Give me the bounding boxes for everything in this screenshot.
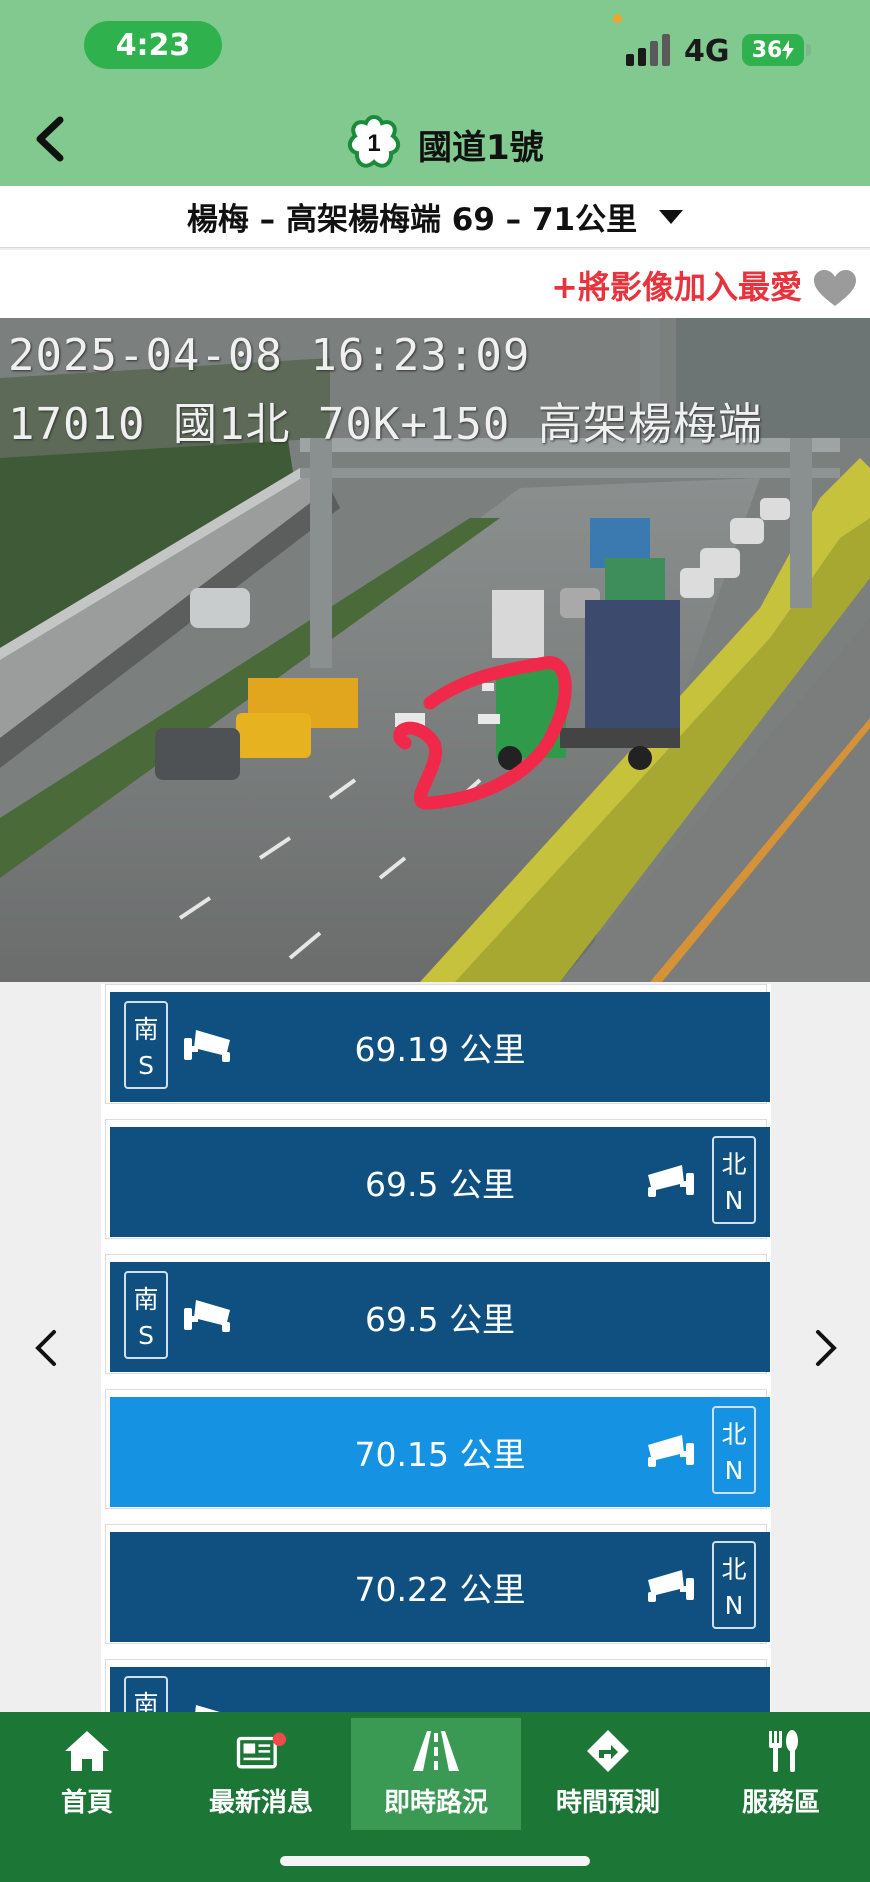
news-icon xyxy=(236,1732,286,1769)
plus-icon: + xyxy=(551,268,578,306)
section-label: 楊梅 – 高架楊梅端 69 – 71公里 xyxy=(186,202,638,238)
tab-label: 最新消息 xyxy=(208,1788,313,1818)
camera-list-item-body: 69.5 公里北 N xyxy=(110,1127,770,1237)
camera-snapshot[interactable]: 2025-04-08 16:23:09 17010 國1北 70K+150 高架… xyxy=(0,318,870,982)
chevron-right-icon xyxy=(816,1330,837,1366)
direction-badge: 北N xyxy=(712,1406,756,1494)
highway-number: 1 xyxy=(367,130,380,157)
charging-bolt-icon xyxy=(782,40,795,60)
camera-list-item[interactable]: 70.22 公里北 N xyxy=(105,1524,770,1644)
signal-icon xyxy=(626,34,670,66)
direction-chinese: 南 xyxy=(133,1689,159,1714)
national-highway-badge-icon: 1 xyxy=(347,114,401,168)
app-screen: 4:23 4G 36 1 國道1號 楊梅 – 高架楊梅端 69 – 71公里 +… xyxy=(0,0,870,1882)
section-dropdown[interactable]: 楊梅 – 高架楊梅端 69 – 71公里 xyxy=(0,186,870,248)
road-icon xyxy=(413,1731,459,1771)
cctv-camera-icon xyxy=(182,1022,234,1068)
camera-list-item[interactable]: 70.15 公里北 N xyxy=(105,1389,770,1509)
tab-label: 首頁 xyxy=(60,1788,113,1818)
camera-timestamp: 2025-04-08 16:23:09 xyxy=(8,330,531,381)
battery-cap xyxy=(806,44,811,56)
caret-down-icon xyxy=(659,209,684,224)
camera-list-item-body: 69.19 公里南 S xyxy=(110,992,770,1102)
direction-badge: 南S xyxy=(124,1271,168,1359)
direction-chinese: 北 xyxy=(721,1149,747,1179)
status-time: 4:23 xyxy=(84,21,222,69)
direction-chinese: 北 xyxy=(721,1554,747,1584)
cctv-camera-icon xyxy=(644,1562,696,1608)
tab-service-area[interactable]: 服務區 xyxy=(696,1718,866,1830)
direction-english: N xyxy=(724,1186,744,1216)
next-button[interactable] xyxy=(806,1322,846,1374)
privacy-indicator-dot xyxy=(613,14,622,23)
fork-knife-icon xyxy=(769,1730,798,1772)
camera-location: 17010 國1北 70K+150 高架楊梅端 xyxy=(8,399,763,450)
camera-list-item[interactable]: 69.5 公里北 N xyxy=(105,1119,770,1239)
add-favorite-link[interactable]: +將影像加入最愛 xyxy=(551,262,802,308)
cctv-camera-icon xyxy=(644,1157,696,1203)
chevron-left-icon xyxy=(35,1330,56,1366)
route-sign-icon xyxy=(587,1730,629,1772)
direction-chinese: 南 xyxy=(133,1014,159,1044)
app-header: 4:23 4G 36 1 國道1號 xyxy=(0,0,870,186)
tab-news[interactable]: 最新消息 xyxy=(176,1718,346,1830)
cctv-camera-icon xyxy=(182,1292,234,1338)
direction-badge: 北N xyxy=(712,1136,756,1224)
heart-icon[interactable] xyxy=(812,268,858,308)
tab-label: 服務區 xyxy=(741,1788,820,1818)
camera-list-item[interactable]: 69.5 公里南 S xyxy=(105,1254,770,1374)
camera-list-item[interactable]: 南S xyxy=(105,1659,770,1714)
tab-home[interactable]: 首頁 xyxy=(2,1718,172,1830)
home-indicator[interactable] xyxy=(280,1856,590,1866)
camera-list-item-body: 70.22 公里北 N xyxy=(110,1532,770,1642)
page-title: 國道1號 xyxy=(418,128,544,168)
network-type: 4G xyxy=(684,34,730,69)
battery-level: 36 xyxy=(751,37,783,63)
tab-label: 即時路況 xyxy=(383,1788,488,1818)
tab-time-forecast[interactable]: 時間預測 xyxy=(523,1718,693,1830)
direction-chinese: 南 xyxy=(133,1284,159,1314)
direction-english: S xyxy=(138,1051,154,1081)
direction-english: N xyxy=(724,1456,744,1486)
tab-live-traffic[interactable]: 即時路況 xyxy=(351,1718,521,1830)
camera-list-item-body: 69.5 公里南 S xyxy=(110,1262,770,1372)
back-button[interactable] xyxy=(18,108,80,170)
home-icon xyxy=(65,1731,109,1771)
previous-button[interactable] xyxy=(26,1322,66,1374)
direction-english: S xyxy=(138,1321,154,1351)
direction-chinese: 北 xyxy=(721,1419,747,1449)
camera-list-item-body: 70.15 公里北 N xyxy=(110,1397,770,1507)
cctv-camera-icon xyxy=(644,1427,696,1473)
favorite-bar: +將影像加入最愛 xyxy=(0,250,870,318)
add-favorite-label: 將影像加入最愛 xyxy=(577,268,802,306)
battery-icon: 36 xyxy=(742,34,804,66)
tab-label: 時間預測 xyxy=(555,1788,660,1818)
camera-list-item-body: 南S xyxy=(110,1667,770,1714)
direction-badge: 南S xyxy=(124,1676,168,1714)
chevron-left-icon xyxy=(36,116,64,162)
camera-list: 69.19 公里南 S 69.5 公里北 N 69.5 公里南 S 70.15 公里北… xyxy=(101,984,771,1714)
direction-english: N xyxy=(724,1591,744,1621)
direction-badge: 南S xyxy=(124,1001,168,1089)
camera-list-item[interactable]: 69.19 公里南 S xyxy=(105,984,770,1104)
direction-badge: 北N xyxy=(712,1541,756,1629)
